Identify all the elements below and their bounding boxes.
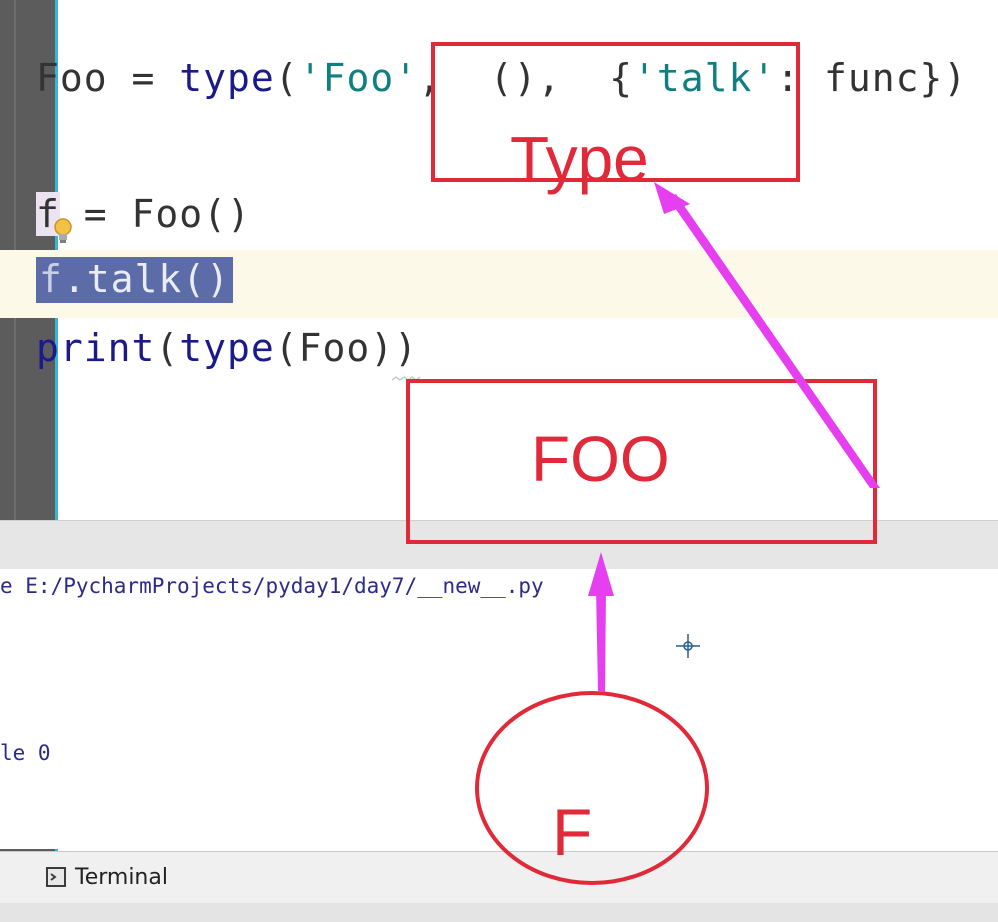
f-annotation-label: F [552, 795, 593, 869]
arrow-foo-to-type [668, 194, 880, 488]
arrow-head-foo [588, 552, 614, 596]
type-annotation-label: Type [510, 123, 649, 195]
annotation-overlay [406, 42, 880, 885]
arrow-f-to-foo [596, 588, 606, 692]
foo-annotation-label: FOO [531, 423, 670, 495]
